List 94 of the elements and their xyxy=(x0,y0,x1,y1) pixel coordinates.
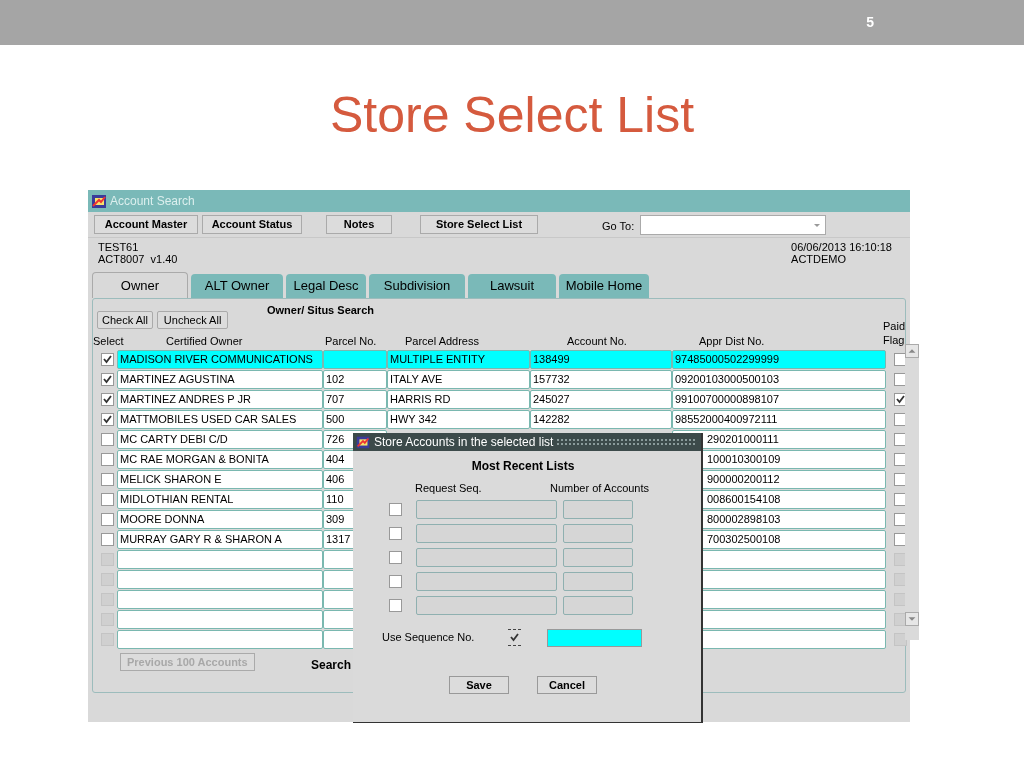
table-cell: HARRIS RD xyxy=(387,389,530,409)
table-cell: 157732 xyxy=(530,369,672,389)
info-text: 06/06/2013 16:10:18 xyxy=(791,241,892,253)
checkbox[interactable] xyxy=(100,432,114,446)
column-header: Request Seq. xyxy=(415,481,483,496)
account-status-button[interactable]: Account Status xyxy=(202,215,302,234)
table-cell: 707 xyxy=(323,389,387,409)
request-seq-field[interactable] xyxy=(416,499,557,519)
table-cell: 99100700000898107 xyxy=(672,389,886,409)
column-header: Paid Flag xyxy=(883,319,907,347)
table-cell: MIDLOTHIAN RENTAL xyxy=(117,489,323,509)
tab[interactable]: Lawsuit xyxy=(468,274,556,298)
table-cell: 98552000400972111 xyxy=(672,409,886,429)
table-cell: MOORE DONNA xyxy=(117,509,323,529)
tab[interactable]: Legal Desc xyxy=(286,274,366,298)
request-seq-field[interactable] xyxy=(416,571,557,591)
table-cell: MARTINEZ ANDRES P JR xyxy=(117,389,323,409)
table-cell: 138499 xyxy=(530,349,672,369)
column-header: Number of Accounts xyxy=(550,481,650,496)
column-header: Select xyxy=(93,334,124,349)
column-header: Parcel Address xyxy=(405,334,479,349)
table-cell: MARTINEZ AGUSTINA xyxy=(117,369,323,389)
checkbox[interactable] xyxy=(389,598,402,612)
goto-label: Go To: xyxy=(602,219,635,234)
column-header: Parcel No. xyxy=(325,334,377,349)
tab[interactable]: ALT Owner xyxy=(191,274,283,298)
use-sequence-label: Use Sequence No. xyxy=(382,630,476,646)
checkbox[interactable] xyxy=(100,412,114,426)
save-button[interactable]: Save xyxy=(449,675,509,694)
table-cell: 500 xyxy=(323,409,387,429)
table-cell: MULTIPLE ENTITY xyxy=(387,349,530,369)
use-sequence-checkbox[interactable] xyxy=(508,629,521,646)
table-cell: 102 xyxy=(323,369,387,389)
table-cell: ITALY AVE xyxy=(387,369,530,389)
uncheck-all-button[interactable]: Uncheck All xyxy=(156,311,229,329)
column-header: Account No. xyxy=(567,334,627,349)
checkbox[interactable] xyxy=(100,392,114,406)
account-count-field[interactable] xyxy=(563,523,633,543)
checkbox[interactable] xyxy=(389,502,402,516)
dialog-heading: Most Recent Lists xyxy=(471,458,575,475)
table-cell: 97485000502299999 xyxy=(672,349,886,369)
info-text: ACTDEMO xyxy=(791,253,848,265)
app-icon xyxy=(355,434,371,450)
page-number: 5 xyxy=(866,13,874,32)
goto-dropdown[interactable] xyxy=(640,215,826,235)
column-header: Certified Owner xyxy=(166,334,243,349)
table-cell: MURRAY GARY R & SHARON A xyxy=(117,529,323,549)
account-count-field[interactable] xyxy=(563,547,633,567)
scrollbar[interactable] xyxy=(905,344,919,640)
table-cell: MATTMOBILES USED CAR SALES xyxy=(117,409,323,429)
table-cell: MC CARTY DEBI C/D xyxy=(117,429,323,449)
app-icon xyxy=(90,192,108,210)
table-cell: MC RAE MORGAN & BONITA xyxy=(117,449,323,469)
column-header: Appr Dist No. xyxy=(699,334,765,349)
check-all-button[interactable]: Check All xyxy=(97,311,153,329)
sequence-input[interactable] xyxy=(547,628,642,647)
cancel-button[interactable]: Cancel xyxy=(537,675,597,694)
tab[interactable]: Owner xyxy=(92,272,188,298)
checkbox[interactable] xyxy=(100,532,114,546)
slide-title: Store Select List xyxy=(329,86,695,145)
window-title: Account Search xyxy=(110,193,195,210)
info-text: TEST61 xyxy=(98,241,140,253)
checkbox[interactable] xyxy=(100,452,114,466)
table-cell xyxy=(323,349,387,369)
table-cell: MADISON RIVER COMMUNICATIONS xyxy=(117,349,323,369)
table-cell: HWY 342 xyxy=(387,409,530,429)
search-button[interactable]: Search xyxy=(311,656,352,674)
account-count-field[interactable] xyxy=(563,571,633,591)
section-title: Owner/ Situs Search xyxy=(267,303,374,318)
table-cell: MELICK SHARON E xyxy=(117,469,323,489)
checkbox[interactable] xyxy=(100,372,114,386)
info-text: ACT8007 v1.40 xyxy=(98,253,178,265)
checkbox[interactable] xyxy=(389,526,402,540)
checkbox[interactable] xyxy=(389,574,402,588)
table-cell: 142282 xyxy=(530,409,672,429)
checkbox[interactable] xyxy=(100,512,114,526)
table-cell: 09200103000500103 xyxy=(672,369,886,389)
checkbox[interactable] xyxy=(100,492,114,506)
tab[interactable]: Subdivision xyxy=(369,274,465,298)
checkbox[interactable] xyxy=(389,550,402,564)
request-seq-field[interactable] xyxy=(416,547,557,567)
scroll-down-icon[interactable] xyxy=(905,612,919,626)
scroll-up-icon[interactable] xyxy=(905,344,919,358)
checkbox[interactable] xyxy=(100,352,114,366)
checkbox[interactable] xyxy=(100,472,114,486)
notes-button[interactable]: Notes xyxy=(326,215,392,234)
request-seq-field[interactable] xyxy=(416,595,557,615)
store-select-list-button[interactable]: Store Select List xyxy=(420,215,538,234)
request-seq-field[interactable] xyxy=(416,523,557,543)
tab[interactable]: Mobile Home xyxy=(559,274,649,298)
account-master-button[interactable]: Account Master xyxy=(94,215,198,234)
account-count-field[interactable] xyxy=(563,595,633,615)
table-cell: 245027 xyxy=(530,389,672,409)
account-count-field[interactable] xyxy=(563,499,633,519)
